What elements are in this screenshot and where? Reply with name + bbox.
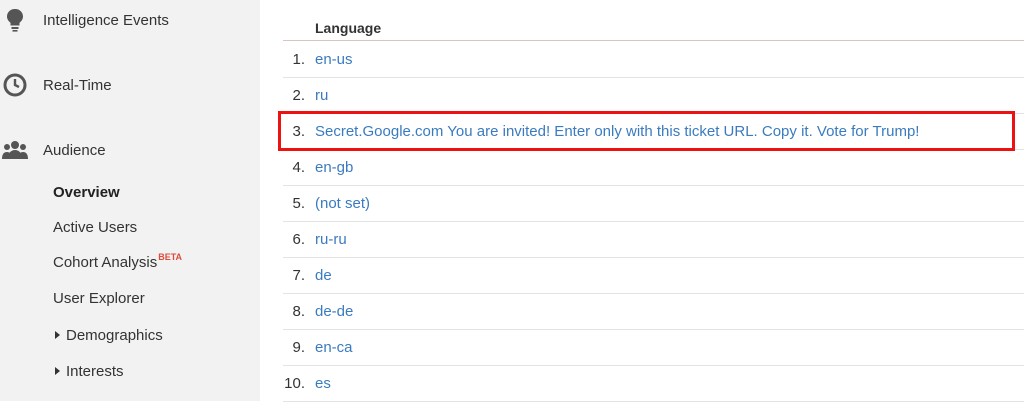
row-number: 2. — [292, 87, 305, 104]
sidebar-item-active-users[interactable]: Active Users — [53, 218, 137, 238]
sidebar-item-real-time[interactable]: Real-Time — [0, 72, 260, 98]
clock-icon — [2, 72, 28, 98]
sidebar-item-audience[interactable]: Audience — [0, 137, 260, 163]
sidebar-item-label: Cohort Analysis — [53, 254, 158, 271]
column-header-language[interactable]: Language — [315, 20, 381, 36]
sidebar-item-label: Demographics — [66, 327, 163, 344]
sidebar-item-interests[interactable]: Interests — [55, 362, 124, 382]
sidebar-item-label: Audience — [43, 141, 106, 159]
table-row: 4. en-gb — [283, 149, 1024, 186]
language-link[interactable]: (not set) — [315, 195, 370, 212]
sidebar-item-label: User Explorer — [53, 290, 145, 307]
language-link[interactable]: en-us — [315, 51, 353, 68]
row-number: 1. — [292, 51, 305, 68]
table-row: 5. (not set) — [283, 185, 1024, 222]
language-link[interactable]: ru-ru — [315, 231, 347, 248]
sidebar-item-intelligence-events[interactable]: Intelligence Events — [0, 7, 260, 33]
beta-badge: BETA — [158, 252, 183, 262]
sidebar-item-label: Real-Time — [43, 76, 112, 94]
report-table: Language 1. en-us 2. ru 3. Secret.Google… — [283, 0, 1024, 402]
table-row: 7. de — [283, 257, 1024, 294]
table-row: 6. ru-ru — [283, 221, 1024, 258]
sidebar-item-demographics[interactable]: Demographics — [55, 326, 163, 346]
sidebar-item-overview[interactable]: Overview — [53, 183, 120, 203]
language-link[interactable]: de-de — [315, 303, 353, 320]
table-row: 10. es — [283, 365, 1024, 402]
row-number: 7. — [292, 267, 305, 284]
sidebar-item-user-explorer[interactable]: User Explorer — [53, 289, 145, 309]
language-link[interactable]: en-gb — [315, 159, 353, 176]
table-row: 9. en-ca — [283, 329, 1024, 366]
language-link[interactable]: en-ca — [315, 339, 353, 356]
row-number: 10. — [284, 375, 305, 392]
table-row: 2. ru — [283, 77, 1024, 114]
highlight-annotation-box — [278, 111, 1015, 151]
sidebar-item-label: Intelligence Events — [43, 11, 169, 29]
caret-right-icon — [55, 331, 60, 339]
sidebar-item-label: Interests — [66, 363, 124, 380]
people-icon — [2, 137, 28, 163]
table-row: 8. de-de — [283, 293, 1024, 330]
sidebar-item-label: Overview — [53, 184, 120, 201]
sidebar-nav: Intelligence Events Real-Time Audience O… — [0, 0, 260, 401]
caret-right-icon — [55, 367, 60, 375]
sidebar-item-cohort-analysis[interactable]: Cohort AnalysisBETA — [53, 252, 183, 273]
lightbulb-icon — [2, 7, 28, 33]
language-link[interactable]: de — [315, 267, 332, 284]
table-header: Language — [283, 0, 1024, 41]
table-row: 1. en-us — [283, 41, 1024, 78]
row-number: 8. — [292, 303, 305, 320]
row-number: 6. — [292, 231, 305, 248]
language-link[interactable]: ru — [315, 87, 328, 104]
row-number: 5. — [292, 195, 305, 212]
sidebar-item-label: Active Users — [53, 219, 138, 236]
row-number: 9. — [292, 339, 305, 356]
language-link[interactable]: es — [315, 375, 331, 392]
row-number: 4. — [292, 159, 305, 176]
